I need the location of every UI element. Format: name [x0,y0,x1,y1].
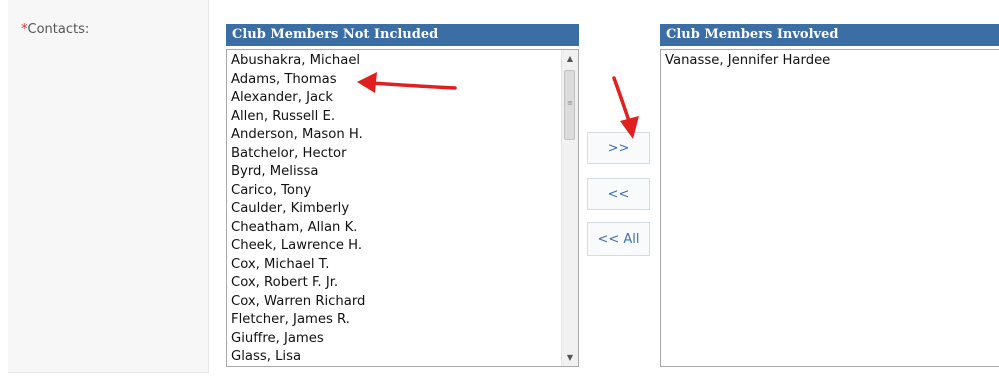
list-item[interactable]: Fletcher, James R. [231,311,365,330]
scroll-down-icon[interactable]: ▼ [562,349,578,366]
not-included-listbox[interactable]: Abushakra, Michael Adams, Thomas Alexander… [226,49,579,367]
red-arrow-icon [612,76,639,139]
scroll-up-icon[interactable]: ▲ [562,50,578,67]
list-item[interactable]: Giuffre, James [231,330,365,349]
list-item[interactable]: Vanasse, Jennifer Hardee [665,52,830,71]
list-item[interactable]: Byrd, Melissa [231,163,365,182]
list-item[interactable]: Cox, Robert F. Jr. [231,274,365,293]
scroll-grip-icon: ≡ [567,99,573,107]
list-item[interactable]: Caulder, Kimberly [231,200,365,219]
scroll-thumb[interactable]: ≡ [564,70,575,140]
list-item[interactable]: Anderson, Mason H. [231,126,365,145]
add-selected-button[interactable]: >> [587,132,650,164]
list-item[interactable]: Adams, Thomas [231,71,365,90]
listbox-scrollbar[interactable]: ▲ ≡ ▼ [561,50,578,366]
list-item[interactable]: Glass, Lisa [231,348,365,366]
list-item[interactable]: Cox, Warren Richard [231,293,365,312]
remove-selected-button[interactable]: << [587,178,650,210]
list-item[interactable]: Alexander, Jack [231,89,365,108]
involved-header: Club Members Involved [660,24,999,46]
list-item[interactable]: Cox, Michael T. [231,256,365,275]
list-item[interactable]: Batchelor, Hector [231,145,365,164]
not-included-items: Abushakra, Michael Adams, Thomas Alexander… [231,52,365,366]
list-item[interactable]: Cheek, Lawrence H. [231,237,365,256]
contacts-label: *Contacts: [21,22,89,37]
involved-items: Vanasse, Jennifer Hardee [665,52,830,71]
contacts-label-text: Contacts: [27,22,90,37]
involved-listbox[interactable]: Vanasse, Jennifer Hardee [660,49,999,367]
list-item[interactable]: Cheatham, Allan K. [231,219,365,238]
form-label-column: *Contacts: [8,0,209,373]
not-included-header: Club Members Not Included [226,24,579,46]
list-item[interactable]: Allen, Russell E. [231,108,365,127]
list-item[interactable]: Carico, Tony [231,182,365,201]
remove-all-button[interactable]: << All [587,222,650,256]
list-item[interactable]: Abushakra, Michael [231,52,365,71]
